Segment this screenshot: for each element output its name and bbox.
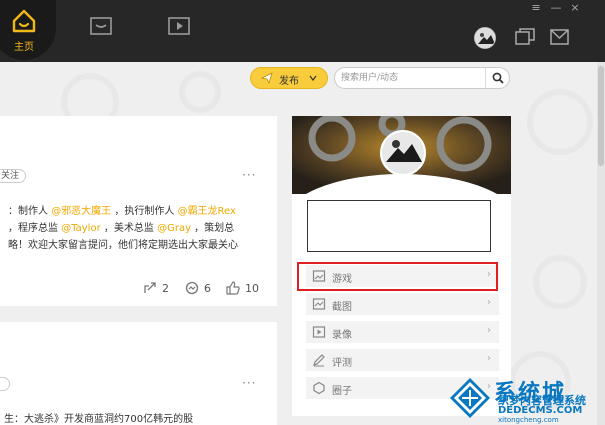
close-icon[interactable]: × <box>569 2 581 14</box>
inbox-icon[interactable] <box>90 17 112 35</box>
sidebar-item-label: 录像 <box>332 330 352 341</box>
follow-button[interactable]: 关注 <box>0 169 27 183</box>
like-count: 10 <box>245 282 259 295</box>
search-button[interactable] <box>485 68 509 88</box>
sidebar-item-screenshots[interactable]: 截图 › <box>306 293 499 315</box>
post-text-line: 生：大逃杀》开发商蓝洞约700亿韩元的股 <box>4 414 194 425</box>
video-icon[interactable] <box>168 17 190 35</box>
publish-label: 发布 <box>279 76 299 87</box>
sidebar-item-reviews[interactable]: 评测 › <box>306 349 499 371</box>
chat-icon[interactable] <box>515 28 535 46</box>
minimize-icon[interactable]: — <box>550 2 562 14</box>
circle-icon <box>313 381 325 395</box>
profile-info-box <box>307 200 491 252</box>
menu-icon[interactable]: ≡ <box>530 2 542 14</box>
post-text: 略！欢迎大家留言提问，他们将定期选出大家最关心 <box>8 240 238 251</box>
post-text-line: ：制作人 @邪恶大魔王 ，执行制作人 @霸王龙Rex <box>8 202 236 217</box>
send-icon <box>261 72 273 84</box>
like-icon[interactable] <box>226 281 240 295</box>
follow-button[interactable] <box>0 377 10 391</box>
scrollbar-thumb[interactable] <box>598 66 604 166</box>
avatar-image-icon <box>475 28 495 48</box>
post-text: ，美术总监 <box>103 223 158 234</box>
post-text-line: 略！欢迎大家留言提问，他们将定期选出大家最关心 <box>8 236 238 251</box>
mention-link[interactable]: @邪恶大魔王 <box>51 206 111 217</box>
watermark-url-secondary: xitongcheng.com <box>498 416 559 424</box>
more-options-icon[interactable]: ··· <box>242 376 256 390</box>
search-icon <box>492 72 504 84</box>
post-text: ，策划总 <box>194 223 235 234</box>
more-options-icon[interactable]: ··· <box>242 168 256 182</box>
home-icon <box>12 9 36 33</box>
nav-home-label: 主页 <box>14 42 34 53</box>
play-icon <box>312 326 326 338</box>
sidebar-item-label: 评测 <box>332 358 352 369</box>
comment-icon[interactable] <box>185 281 199 295</box>
search-input[interactable] <box>341 71 481 85</box>
publish-button[interactable]: 发布 <box>250 67 328 89</box>
search-box <box>334 67 510 89</box>
share-icon[interactable] <box>143 281 157 295</box>
avatar[interactable] <box>474 27 496 49</box>
highlight-annotation <box>297 262 498 291</box>
feed-card: 关注 ··· ：制作人 @邪恶大魔王 ，执行制作人 @霸王龙Rex ，程序总监 … <box>0 116 277 306</box>
post-text: ：制作人 <box>8 206 52 217</box>
post-text: ，执行制作人 <box>114 206 178 217</box>
chevron-right-icon: › <box>487 297 491 308</box>
pencil-icon <box>313 354 325 367</box>
watermark-logo-icon <box>450 378 490 418</box>
top-bar: 主页 ≡ — × <box>0 0 605 62</box>
scrollbar[interactable] <box>597 62 605 425</box>
avatar-image-icon <box>382 132 424 174</box>
sidebar-item-label: 圈子 <box>332 386 352 397</box>
chevron-right-icon: › <box>487 325 491 336</box>
profile-avatar[interactable] <box>380 130 426 176</box>
sidebar-item-label: 截图 <box>332 302 352 313</box>
screenshot-icon <box>312 298 326 310</box>
share-count: 2 <box>162 282 169 295</box>
chevron-down-icon <box>309 75 317 81</box>
mention-link[interactable]: @霸王龙Rex <box>178 206 236 217</box>
nav-home-tab[interactable]: 主页 <box>0 0 56 60</box>
feed-card: ··· 生：大逃杀》开发商蓝洞约700亿韩元的股 <box>0 322 277 425</box>
mention-link[interactable]: @Gray <box>157 223 191 234</box>
mention-link[interactable]: @Taylor <box>61 223 101 234</box>
mail-icon[interactable] <box>550 28 570 46</box>
chevron-right-icon: › <box>487 353 491 364</box>
post-text-line: ，程序总监 @Taylor ，美术总监 @Gray ，策划总 <box>8 219 234 234</box>
post-text: ，程序总监 <box>8 223 62 234</box>
sidebar-item-videos[interactable]: 录像 › <box>306 321 499 343</box>
comment-count: 6 <box>204 282 211 295</box>
watermark-url: DEDECMS.COM <box>498 405 583 416</box>
